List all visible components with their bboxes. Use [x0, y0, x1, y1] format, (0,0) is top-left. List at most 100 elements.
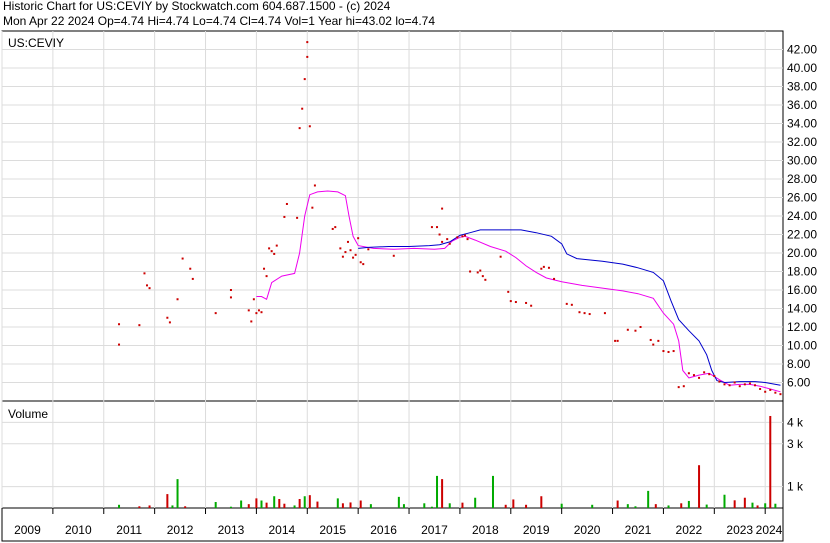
- price-point: [481, 275, 484, 278]
- price-point: [308, 125, 311, 128]
- price-point: [247, 309, 250, 312]
- volume-bar: [278, 499, 281, 508]
- price-tick-label: 10.00: [787, 339, 817, 353]
- price-point: [667, 350, 670, 353]
- price-point: [692, 374, 695, 377]
- volume-bar: [680, 503, 683, 508]
- price-point: [774, 391, 777, 394]
- volume-bar: [184, 506, 187, 508]
- price-point: [306, 55, 309, 58]
- price-tick-label: 30.00: [787, 154, 817, 168]
- price-point: [265, 275, 268, 278]
- price-tick-label: 22.00: [787, 228, 817, 242]
- volume-bar: [240, 500, 243, 508]
- price-point: [301, 107, 304, 110]
- price-point: [354, 253, 357, 256]
- volume-bar: [698, 465, 701, 508]
- price-point: [303, 78, 306, 81]
- price-point: [764, 390, 767, 393]
- volume-bar: [504, 504, 507, 508]
- price-point: [525, 301, 528, 304]
- volume-bar: [260, 500, 263, 508]
- price-point: [263, 267, 266, 270]
- volume-bar: [166, 494, 169, 508]
- price-point: [441, 240, 444, 243]
- price-panel-label: US:CEVIY: [8, 36, 64, 50]
- price-point: [484, 278, 487, 281]
- year-tick-label: 2022: [676, 523, 703, 537]
- year-tick-label: 2018: [472, 523, 499, 537]
- volume-bar: [369, 504, 372, 508]
- price-point: [542, 265, 545, 268]
- price-point: [639, 326, 642, 328]
- volume-bar: [436, 475, 439, 508]
- price-point: [514, 301, 517, 304]
- price-point: [367, 248, 370, 251]
- price-point: [446, 238, 449, 241]
- volume-bar: [214, 502, 217, 508]
- price-point: [118, 343, 121, 346]
- price-point: [738, 385, 741, 388]
- price-point: [578, 311, 581, 314]
- price-point: [583, 312, 586, 315]
- price-point: [540, 267, 543, 270]
- volume-bar: [303, 496, 306, 508]
- price-point: [229, 296, 232, 299]
- price-point: [616, 339, 619, 342]
- year-tick-label: 2016: [370, 523, 397, 537]
- volume-bar: [667, 505, 670, 508]
- volume-bar: [647, 490, 650, 508]
- price-tick-label: 18.00: [787, 265, 817, 279]
- volume-bar: [687, 500, 690, 508]
- price-point: [570, 303, 573, 306]
- volume-bar: [705, 504, 708, 508]
- price-point: [703, 371, 706, 374]
- year-tick-label: 2009: [14, 523, 41, 537]
- volume-bar: [308, 495, 311, 508]
- price-point: [687, 372, 690, 375]
- price-tick-label: 20.00: [787, 246, 817, 260]
- price-point: [250, 320, 253, 323]
- price-point: [779, 393, 782, 396]
- price-point: [298, 127, 301, 130]
- price-point: [168, 321, 171, 324]
- volume-bar: [349, 502, 352, 508]
- price-point: [733, 381, 736, 384]
- price-tick-label: 6.00: [787, 376, 811, 390]
- volume-bar: [336, 498, 339, 508]
- price-point: [357, 237, 360, 240]
- price-point: [553, 277, 556, 280]
- year-tick-label: 2021: [625, 523, 652, 537]
- price-point: [176, 298, 179, 301]
- price-tick-label: 24.00: [787, 209, 817, 223]
- volume-bar: [316, 501, 319, 508]
- price-tick-label: 28.00: [787, 172, 817, 186]
- price-point: [181, 257, 184, 260]
- price-point: [146, 284, 149, 287]
- price-point: [346, 240, 349, 243]
- volume-bar: [474, 497, 477, 508]
- volume-bar: [751, 502, 754, 508]
- price-point: [743, 383, 746, 386]
- price-point: [499, 255, 502, 258]
- volume-panel: [1, 400, 784, 509]
- volume-bar: [171, 505, 174, 508]
- price-point: [257, 309, 260, 312]
- volume-bar: [626, 504, 629, 508]
- year-tick-label: 2010: [65, 523, 92, 537]
- volume-panel-label: Volume: [8, 407, 48, 421]
- price-point: [436, 226, 439, 229]
- stock-chart: 6.00 8.00 10.00 12.00 14.00 16.00 18.00 20.00 22…: [1, 30, 817, 542]
- volume-bar: [423, 503, 426, 508]
- price-tick-label: 14.00: [787, 302, 817, 316]
- price-tick-label: 16.00: [787, 283, 817, 297]
- price-point: [138, 324, 141, 327]
- volume-bar: [341, 503, 344, 508]
- price-point: [713, 375, 716, 378]
- year-tick-label: 2014: [268, 523, 295, 537]
- price-point: [148, 287, 151, 290]
- volume-bar: [491, 475, 494, 508]
- volume-bar: [359, 500, 362, 508]
- price-point: [118, 323, 121, 326]
- volume-bar: [764, 503, 767, 508]
